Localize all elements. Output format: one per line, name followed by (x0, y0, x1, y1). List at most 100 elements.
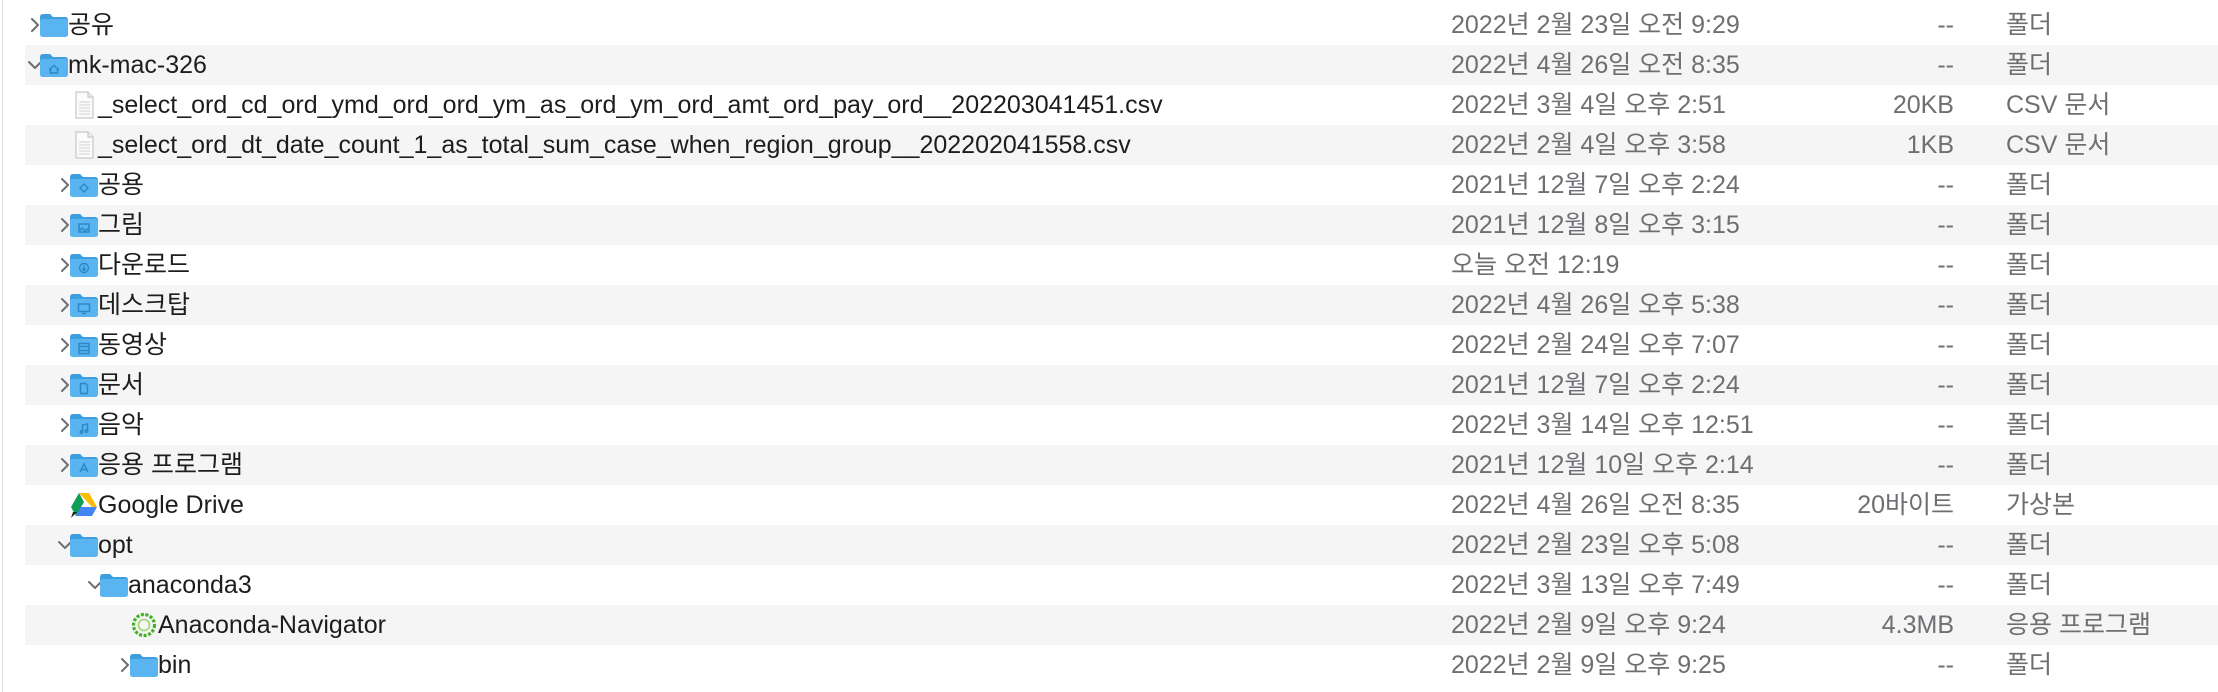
file-kind: 폴더 (2006, 251, 2053, 279)
file-name: opt (98, 531, 133, 559)
folder-icon (129, 651, 159, 679)
anaconda-navigator-icon (129, 611, 159, 639)
file-row[interactable]: 음악 2022년 3월 14일 오후 12:51 -- 폴더 (25, 405, 2218, 445)
file-row[interactable]: 응용 프로그램 2021년 12월 10일 오후 2:14 -- 폴더 (25, 445, 2218, 485)
date-modified: 2021년 12월 8일 오후 3:15 (1451, 211, 1740, 239)
file-size: -- (1937, 331, 1954, 359)
file-row[interactable]: mk-mac-326 2022년 4월 26일 오전 8:35 -- 폴더 (25, 45, 2218, 85)
file-row[interactable]: Google Drive 2022년 4월 26일 오전 8:35 20바이트 가상본 (25, 485, 2218, 525)
file-size: -- (1937, 11, 1954, 39)
file-row[interactable]: 공유 2022년 2월 23일 오전 9:29 -- 폴더 (25, 5, 2218, 45)
pictures-folder-icon (69, 211, 99, 239)
file-name: 그림 (98, 211, 145, 239)
applications-folder-icon (69, 451, 99, 479)
date-modified: 2022년 3월 14일 오후 12:51 (1451, 411, 1754, 439)
file-size: 4.3MB (1881, 611, 1954, 639)
file-name: bin (158, 651, 192, 679)
file-name: Google Drive (98, 491, 244, 519)
csv-document-icon (69, 131, 99, 159)
file-name: 응용 프로그램 (98, 451, 243, 479)
file-size: 20바이트 (1857, 491, 1954, 519)
file-row[interactable]: 문서 2021년 12월 7일 오후 2:24 -- 폴더 (25, 365, 2218, 405)
file-kind: CSV 문서 (2006, 131, 2111, 159)
file-kind: 응용 프로그램 (2006, 611, 2151, 639)
downloads-folder-icon (69, 251, 99, 279)
file-size: -- (1937, 411, 1954, 439)
file-name: 공유 (68, 11, 115, 39)
file-name: mk-mac-326 (68, 51, 207, 79)
date-modified: 2022년 2월 9일 오후 9:25 (1451, 651, 1726, 679)
file-kind: CSV 문서 (2006, 91, 2111, 119)
file-name: _select_ord_dt_date_count_1_as_total_sum… (98, 131, 1131, 159)
date-modified: 오늘 오전 12:19 (1451, 251, 1620, 279)
file-size: -- (1937, 571, 1954, 599)
file-kind: 폴더 (2006, 211, 2053, 239)
date-modified: 2021년 12월 10일 오후 2:14 (1451, 451, 1754, 479)
file-name: 공용 (98, 171, 145, 199)
file-name: 문서 (98, 371, 145, 399)
file-row[interactable]: Anaconda-Navigator 2022년 2월 9일 오후 9:24 4.3… (25, 605, 2218, 645)
date-modified: 2022년 4월 26일 오후 5:38 (1451, 291, 1740, 319)
date-modified: 2022년 2월 4일 오후 3:58 (1451, 131, 1726, 159)
date-modified: 2022년 2월 24일 오후 7:07 (1451, 331, 1740, 359)
file-row[interactable]: 데스크탑 2022년 4월 26일 오후 5:38 -- 폴더 (25, 285, 2218, 325)
csv-document-icon (69, 91, 99, 119)
file-row[interactable]: 공용 2021년 12월 7일 오후 2:24 -- 폴더 (25, 165, 2218, 205)
file-size: -- (1937, 651, 1954, 679)
file-name: 데스크탑 (98, 291, 191, 319)
date-modified: 2022년 2월 23일 오전 9:29 (1451, 11, 1740, 39)
file-kind: 폴더 (2006, 451, 2053, 479)
file-size: 1KB (1906, 131, 1954, 159)
music-folder-icon (69, 411, 99, 439)
file-row[interactable]: opt 2022년 2월 23일 오후 5:08 -- 폴더 (25, 525, 2218, 565)
folder-icon (69, 531, 99, 559)
file-name: 다운로드 (98, 251, 191, 279)
file-kind: 폴더 (2006, 291, 2053, 319)
file-name: 동영상 (98, 331, 168, 359)
file-row[interactable]: anaconda3 2022년 3월 13일 오후 7:49 -- 폴더 (25, 565, 2218, 605)
file-size: 20KB (1892, 91, 1954, 119)
file-kind: 폴더 (2006, 651, 2053, 679)
folder-icon (99, 571, 129, 599)
file-row[interactable]: 다운로드 오늘 오전 12:19 -- 폴더 (25, 245, 2218, 285)
folder-icon (39, 11, 69, 39)
file-size: -- (1937, 531, 1954, 559)
file-name: anaconda3 (128, 571, 252, 599)
file-kind: 폴더 (2006, 371, 2053, 399)
file-kind: 폴더 (2006, 571, 2053, 599)
file-kind: 폴더 (2006, 51, 2053, 79)
file-size: -- (1937, 171, 1954, 199)
file-size: -- (1937, 371, 1954, 399)
window-edge (2, 0, 3, 692)
file-size: -- (1937, 51, 1954, 79)
file-name: 음악 (98, 411, 145, 439)
file-row[interactable]: bin 2022년 2월 9일 오후 9:25 -- 폴더 (25, 645, 2218, 685)
home-folder-icon (39, 51, 69, 79)
file-kind: 폴더 (2006, 171, 2053, 199)
file-name: Anaconda-Navigator (158, 611, 386, 639)
date-modified: 2022년 4월 26일 오전 8:35 (1451, 491, 1740, 519)
date-modified: 2022년 3월 13일 오후 7:49 (1451, 571, 1740, 599)
file-name: _select_ord_cd_ord_ymd_ord_ord_ym_as_ord… (98, 91, 1163, 119)
file-list-view[interactable]: 공유 2022년 2월 23일 오전 9:29 -- 폴더 mk-mac-326 202… (0, 0, 2218, 692)
file-kind: 폴더 (2006, 411, 2053, 439)
date-modified: 2022년 3월 4일 오후 2:51 (1451, 91, 1726, 119)
date-modified: 2022년 2월 23일 오후 5:08 (1451, 531, 1740, 559)
date-modified: 2021년 12월 7일 오후 2:24 (1451, 371, 1740, 399)
file-kind: 폴더 (2006, 11, 2053, 39)
movies-folder-icon (69, 331, 99, 359)
file-kind: 폴더 (2006, 531, 2053, 559)
file-row[interactable]: _select_ord_dt_date_count_1_as_total_sum… (25, 125, 2218, 165)
desktop-folder-icon (69, 291, 99, 319)
date-modified: 2022년 4월 26일 오전 8:35 (1451, 51, 1740, 79)
file-kind: 가상본 (2006, 491, 2076, 519)
file-row[interactable]: 동영상 2022년 2월 24일 오후 7:07 -- 폴더 (25, 325, 2218, 365)
file-size: -- (1937, 291, 1954, 319)
google-drive-icon (69, 491, 99, 519)
file-row[interactable]: _select_ord_cd_ord_ymd_ord_ord_ym_as_ord… (25, 85, 2218, 125)
file-size: -- (1937, 251, 1954, 279)
file-kind: 폴더 (2006, 331, 2053, 359)
file-size: -- (1937, 211, 1954, 239)
file-row[interactable]: 그림 2021년 12월 8일 오후 3:15 -- 폴더 (25, 205, 2218, 245)
date-modified: 2021년 12월 7일 오후 2:24 (1451, 171, 1740, 199)
